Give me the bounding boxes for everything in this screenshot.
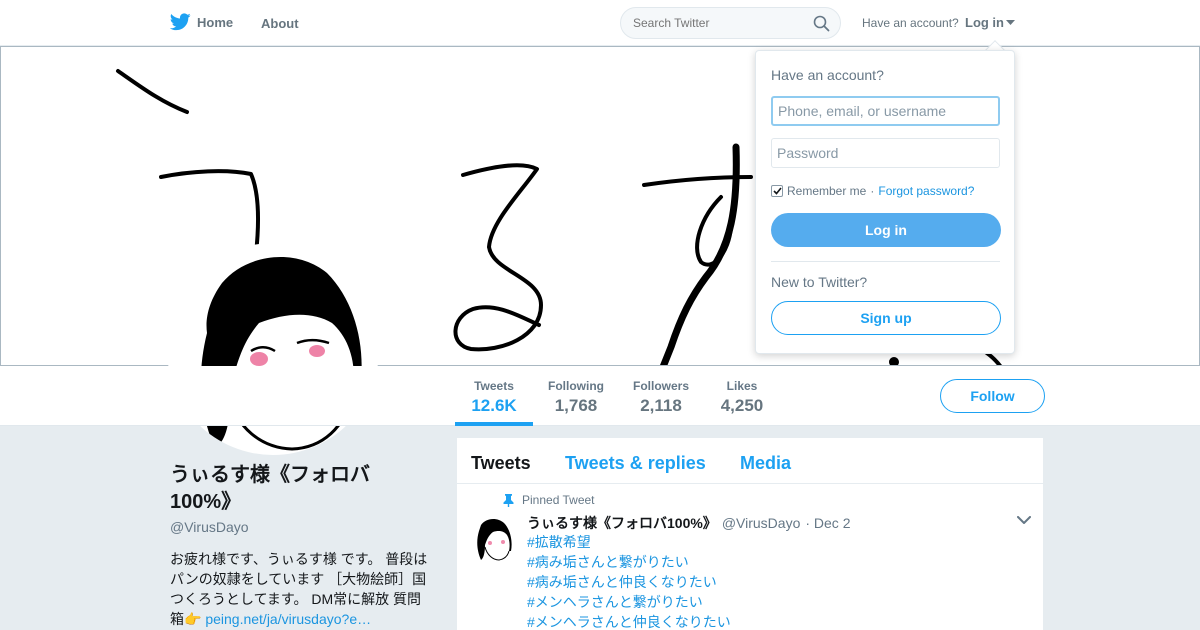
remember-row: Remember me · Forgot password? <box>771 184 974 198</box>
link-separator: · <box>870 184 875 198</box>
hashtag-link[interactable]: #病み垢さんと繋がりたい <box>527 552 731 572</box>
tweet-header: うぃるす様《フォロバ100%》 @VirusDayo · Dec 2 <box>527 513 850 533</box>
remember-me-label[interactable]: Remember me <box>787 184 866 198</box>
hashtag-link[interactable]: #病み垢さんと仲良くなりたい <box>527 572 731 592</box>
remember-me-checkbox[interactable] <box>771 185 783 197</box>
stat-value: 12.6K <box>471 396 517 415</box>
follow-button[interactable]: Follow <box>940 379 1045 413</box>
hashtag-link[interactable]: #メンヘラさんと仲良くなりたい <box>527 612 731 630</box>
timeline: Tweets Tweets & replies Media Pinned Twe… <box>456 437 1044 630</box>
stat-label: Tweets <box>474 379 514 393</box>
pinned-tweet[interactable]: Pinned Tweet うぃるす様《フォロバ100%》 @VirusDayo … <box>457 484 1043 630</box>
search-box <box>620 7 841 39</box>
stat-label: Likes <box>726 379 758 393</box>
signup-button[interactable]: Sign up <box>771 301 1001 335</box>
search-input[interactable] <box>633 16 803 30</box>
username-field[interactable] <box>771 96 1000 126</box>
profile-name[interactable]: うぃるす様《フォロバ100%》 <box>170 462 430 516</box>
active-stat-indicator <box>455 422 533 426</box>
stat-likes[interactable]: Likes 4,250 <box>718 379 766 416</box>
login-toggle-label: Log in <box>965 15 1004 30</box>
login-dropdown-toggle[interactable]: Log in <box>965 15 1015 30</box>
checkmark-icon <box>772 187 782 195</box>
tweet-avatar-drawing <box>477 519 512 561</box>
pinned-label: Pinned Tweet <box>522 493 595 507</box>
hashtag-link[interactable]: #メンヘラさんと繋がりたい <box>527 592 731 612</box>
nav-home-link[interactable]: Home <box>170 13 233 31</box>
tab-media[interactable]: Media <box>740 453 791 474</box>
tweet-text: #拡散希望 #病み垢さんと繋がりたい #病み垢さんと仲良くなりたい #メンヘラさ… <box>527 532 731 630</box>
have-account-text: Have an account? <box>862 16 959 30</box>
pin-icon <box>503 493 514 507</box>
twitter-bird-icon <box>170 13 191 31</box>
stat-label: Following <box>548 379 604 393</box>
timeline-tabs: Tweets Tweets & replies Media <box>457 438 1043 484</box>
hashtag-link[interactable]: #拡散希望 <box>527 532 731 552</box>
tweet-author-handle[interactable]: @VirusDayo <box>722 515 801 531</box>
tweet-author-name[interactable]: うぃるす様《フォロバ100%》 <box>527 513 717 533</box>
top-navigation: Home About Have an account? Log in <box>0 0 1200 46</box>
stat-following[interactable]: Following 1,768 <box>545 379 607 416</box>
tab-tweets-replies[interactable]: Tweets & replies <box>565 453 706 474</box>
nav-about-link[interactable]: About <box>261 16 299 31</box>
tab-tweets[interactable]: Tweets <box>471 453 531 474</box>
new-to-twitter-text: New to Twitter? <box>771 274 868 290</box>
password-field[interactable] <box>771 138 1000 168</box>
tweet-avatar[interactable] <box>473 515 513 563</box>
login-dropdown: Have an account? Remember me · Forgot pa… <box>755 50 1015 354</box>
stat-value: 4,250 <box>720 396 764 415</box>
login-submit-button[interactable]: Log in <box>771 213 1001 247</box>
stat-value: 1,768 <box>554 396 598 415</box>
tweet-date[interactable]: · Dec 2 <box>805 515 850 531</box>
search-icon[interactable] <box>813 15 830 32</box>
chevron-down-icon[interactable] <box>1017 516 1031 525</box>
forgot-password-link[interactable]: Forgot password? <box>878 184 974 198</box>
stat-value: 2,118 <box>640 396 682 415</box>
caret-down-icon <box>1006 19 1015 25</box>
bio-link[interactable]: peing.net/ja/virusdayo?e… <box>205 611 371 627</box>
nav-home-label: Home <box>197 14 234 30</box>
dropdown-divider <box>771 261 1000 262</box>
stat-tweets[interactable]: Tweets 12.6K <box>470 379 518 416</box>
login-dropdown-title: Have an account? <box>771 67 884 83</box>
profile-handle[interactable]: @VirusDayo <box>170 519 249 535</box>
stat-label: Followers <box>632 379 689 393</box>
profile-bio: お疲れ様です、うぃるす様 です。 普段はパンの奴隷をしています ［大物絵師］国つ… <box>170 549 432 629</box>
pinned-indicator: Pinned Tweet <box>503 493 595 507</box>
stat-followers[interactable]: Followers 2,118 <box>630 379 692 416</box>
